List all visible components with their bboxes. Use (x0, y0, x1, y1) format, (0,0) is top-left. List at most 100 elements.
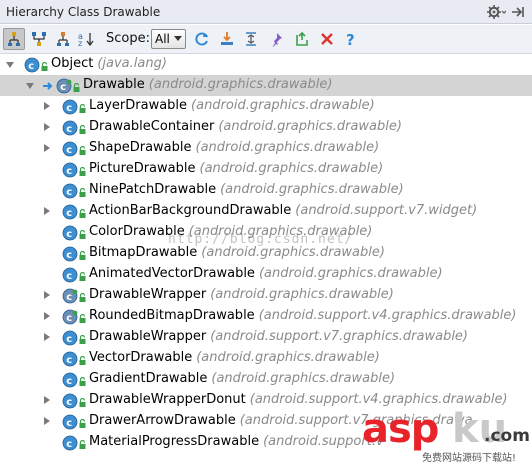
class-icon: c (62, 414, 78, 430)
expand-arrow-icon[interactable] (6, 62, 14, 68)
class-icon: c (62, 120, 78, 136)
hierarchy-toolbar: a z Scope: All ? (0, 25, 532, 54)
tree-row[interactable]: c ActionBarBackgroundDrawable (android.sup… (0, 201, 532, 222)
public-lock-icon (79, 417, 86, 428)
class-name-label: Object (java.lang) (51, 56, 167, 71)
svg-text:c: c (66, 124, 72, 135)
svg-text:c: c (66, 355, 72, 366)
package-name: (android.graphics.drawable) (148, 77, 333, 92)
tree-row[interactable]: c PictureDrawable (android.graphics.drawab… (0, 159, 532, 180)
public-lock-icon (79, 333, 86, 344)
tree-row[interactable]: c ShapeDrawable (android.graphics.drawable… (0, 138, 532, 159)
tree-row[interactable]: c VectorDrawable (android.graphics.drawabl… (0, 348, 532, 369)
logo-asp-text: asp (362, 406, 439, 452)
refresh-icon[interactable] (191, 28, 213, 50)
collapse-arrow-icon[interactable] (44, 123, 50, 131)
class-name-label: Drawable (android.graphics.drawable) (83, 77, 332, 92)
class-name-label: DrawableWrapperDonut (android.support.v4.… (89, 392, 508, 407)
collapse-arrow-icon[interactable] (44, 396, 50, 404)
package-name: (android.support.v4.graphics.drawable) (258, 308, 517, 323)
settings-gear-icon[interactable] (486, 3, 507, 21)
public-lock-icon (79, 291, 86, 302)
public-lock-icon (79, 270, 86, 281)
svg-text:c: c (66, 187, 72, 198)
tool-window-titlebar: Hierarchy Class Drawable (0, 0, 532, 24)
package-name: (android.support.v7.widget) (295, 203, 478, 218)
class-icon: c (62, 204, 78, 220)
tree-row[interactable]: c DrawableContainer (android.graphics.draw… (0, 117, 532, 138)
class-name: DrawableWrapper (89, 287, 207, 302)
class-name-label: DrawableWrapper (android.graphics.drawabl… (89, 287, 394, 302)
class-icon: c (62, 393, 78, 409)
collapse-arrow-icon[interactable] (44, 312, 50, 320)
supertypes-hierarchy-icon[interactable] (28, 28, 50, 50)
pin-icon[interactable] (265, 28, 287, 50)
class-hierarchy-icon[interactable] (52, 28, 74, 50)
window-title: Hierarchy Class Drawable (6, 5, 161, 19)
class-name: AnimatedVectorDrawable (89, 266, 255, 281)
help-icon[interactable]: ? (340, 28, 362, 50)
export-icon[interactable] (216, 28, 238, 50)
class-name: DrawerArrowDrawable (89, 413, 236, 428)
class-name: DrawableContainer (89, 119, 215, 134)
class-icon: c (62, 225, 78, 241)
scope-selected-value: All (155, 32, 170, 46)
class-name-label: RoundedBitmapDrawable (android.support.v4… (89, 308, 516, 323)
package-name: (android.graphics.drawable) (195, 140, 380, 155)
collapse-arrow-icon[interactable] (44, 102, 50, 110)
public-lock-icon (79, 123, 86, 134)
package-name: (android.graphics.drawable) (199, 161, 384, 176)
svg-text:c: c (66, 250, 72, 261)
tree-row[interactable]: c Drawable (android.graphics.drawable) (0, 75, 532, 96)
collapse-arrow-icon[interactable] (44, 333, 50, 341)
tree-row[interactable]: c LayerDrawable (android.graphics.drawable… (0, 96, 532, 117)
public-lock-icon (79, 249, 86, 260)
abstract-class-icon: c (62, 288, 78, 304)
collapse-arrow-icon[interactable] (44, 207, 50, 215)
package-name: (android.graphics.drawable) (258, 266, 443, 281)
collapse-arrow-icon[interactable] (44, 417, 50, 425)
expand-arrow-icon[interactable] (26, 83, 34, 89)
tree-row[interactable]: c DrawableWrapper (android.graphics.drawab… (0, 285, 532, 306)
class-icon: c (62, 372, 78, 388)
collapse-arrow-icon[interactable] (44, 291, 50, 299)
package-name: (android.graphics.drawable) (210, 287, 394, 302)
class-name-label: GradientDrawable (android.graphics.drawab… (89, 371, 395, 386)
svg-text:c: c (66, 166, 72, 177)
svg-text:c: c (66, 418, 72, 429)
tree-row[interactable]: c GradientDrawable (android.graphics.drawa… (0, 369, 532, 390)
package-name: (android.graphics.drawable) (191, 98, 375, 113)
hide-panel-icon[interactable] (510, 3, 526, 21)
svg-text:c: c (66, 229, 72, 240)
tree-row[interactable]: c AnimatedVectorDrawable (android.graphics… (0, 264, 532, 285)
autoscroll-icon[interactable] (291, 28, 313, 50)
close-icon[interactable] (316, 28, 338, 50)
tree-row[interactable]: c DrawableWrapper (android.support.v7.grap… (0, 327, 532, 348)
class-name-label: DrawableWrapper (android.support.v7.graph… (89, 329, 468, 344)
public-lock-icon (73, 81, 80, 92)
public-lock-icon (79, 354, 86, 365)
class-name-label: AnimatedVectorDrawable (android.graphics.… (89, 266, 443, 281)
class-icon: c (62, 435, 78, 451)
class-name-label: PictureDrawable (android.graphics.drawabl… (89, 161, 383, 176)
class-icon: c (62, 141, 78, 157)
abstract-class-icon: c (62, 309, 78, 325)
class-name-label: MaterialProgressDrawable (android.support… (89, 434, 384, 449)
class-name: VectorDrawable (89, 350, 193, 365)
tree-row[interactable]: c NinePatchDrawable (android.graphics.draw… (0, 180, 532, 201)
expand-all-icon[interactable] (240, 28, 262, 50)
tree-row[interactable]: c Object (java.lang) (0, 54, 532, 75)
svg-text:c: c (28, 61, 34, 72)
svg-text:c: c (60, 82, 66, 93)
class-name-label: ShapeDrawable (android.graphics.drawable) (89, 140, 379, 155)
scope-dropdown[interactable]: All (151, 29, 186, 49)
abstract-class-icon: c (56, 78, 72, 94)
sort-alphabetically-icon[interactable]: a z (76, 28, 98, 50)
package-name: (android.graphics.drawable) (196, 350, 380, 365)
svg-text:c: c (66, 439, 72, 450)
subtypes-hierarchy-icon[interactable] (3, 28, 25, 50)
tree-row[interactable]: c RoundedBitmapDrawable (android.support.v… (0, 306, 532, 327)
svg-text:c: c (66, 208, 72, 219)
collapse-arrow-icon[interactable] (44, 144, 50, 152)
svg-text:c: c (66, 292, 72, 303)
